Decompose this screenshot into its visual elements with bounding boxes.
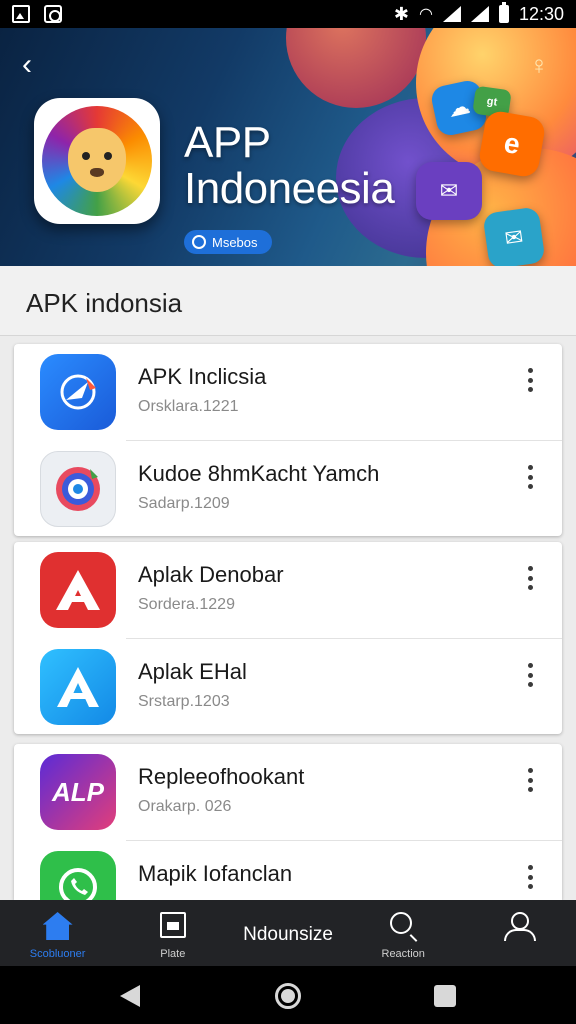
app-title: APK Inclicsia: [138, 364, 267, 389]
nav-label: Ndounsize: [243, 924, 333, 945]
image-notification-icon: [12, 5, 30, 23]
arrow-app-icon: [40, 354, 116, 430]
nav-item-search[interactable]: Reaction: [346, 900, 461, 966]
app-title: Aplak Denobar: [138, 562, 284, 587]
headphones-icon: [192, 235, 206, 249]
app-title: Aplak EHal: [138, 659, 247, 684]
system-home-icon[interactable]: [275, 983, 301, 1009]
back-arrow-icon[interactable]: ‹: [22, 50, 54, 82]
search-icon: [390, 912, 413, 934]
profile-icon: [503, 912, 537, 941]
app-title: Kudoe 8hmKacht Yamch: [138, 461, 380, 486]
list-item[interactable]: ALP Repleeofhookant Orakarp. 026: [14, 744, 562, 840]
nav-label: Reaction: [381, 948, 425, 960]
app-title: Mapik Iofanclan: [138, 861, 293, 886]
more-options-icon[interactable]: [520, 366, 540, 394]
app-card: ALP Repleeofhookant Orakarp. 026 Mapik I…: [14, 744, 562, 900]
battery-icon: [498, 2, 509, 23]
nfc-notification-icon: [44, 5, 62, 23]
red-a-app-icon: [40, 552, 116, 628]
floating-mail-icon: ✉: [416, 162, 482, 220]
category-pill[interactable]: Msebos: [184, 230, 272, 254]
system-navigation-bar: [0, 966, 576, 1024]
list-item[interactable]: APK Inclicsia Orsklara.1221: [14, 344, 562, 440]
whatsapp-app-icon: [40, 851, 116, 900]
bottom-navigation: Scobluoner Plate Ndounsize Reaction: [0, 900, 576, 966]
nav-item-center[interactable]: Ndounsize: [230, 900, 345, 966]
award-icon[interactable]: ♀: [526, 50, 552, 84]
floating-envelope-icon: ✉: [482, 206, 546, 266]
decor-blob: [286, 28, 426, 108]
floating-e-icon: e: [477, 109, 547, 179]
app-title: APP Indoneesia: [184, 118, 395, 213]
more-options-icon[interactable]: [520, 564, 540, 592]
bluetooth-icon: ✱: [393, 3, 409, 24]
more-options-icon[interactable]: [520, 766, 540, 794]
category-pill-label: Msebos: [212, 234, 258, 250]
app-card: Aplak Denobar Sordera.1229 Aplak EHal Sr…: [14, 542, 562, 734]
nav-item-home[interactable]: Scobluoner: [0, 900, 115, 966]
app-subtitle: Srstarp.1203: [138, 693, 230, 710]
section-title: APK indonsia: [26, 288, 183, 318]
alp-app-icon: ALP: [40, 754, 116, 830]
signal-icon-2: [470, 6, 489, 22]
status-time: 12:30: [518, 3, 564, 24]
section-header: APK indonsia: [0, 266, 576, 336]
app-subtitle: Orsklara.1221: [138, 398, 239, 415]
more-options-icon[interactable]: [520, 661, 540, 689]
home-icon: [42, 912, 73, 940]
list-item[interactable]: Mapik Iofanclan: [40, 840, 562, 900]
nav-item-profile[interactable]: [461, 900, 576, 966]
app-subtitle: Orakarp. 026: [138, 798, 232, 815]
app-subtitle: Sadarp.1209: [138, 495, 230, 512]
status-bar: ✱ ◠ 12:30: [0, 0, 576, 28]
more-options-icon[interactable]: [520, 463, 540, 491]
system-back-icon[interactable]: [120, 985, 140, 1007]
app-logo-lion-icon: [34, 98, 160, 224]
nav-label: Scobluoner: [29, 948, 86, 960]
app-subtitle: Sordera.1229: [138, 596, 235, 613]
system-recents-icon[interactable]: [434, 985, 456, 1007]
app-card: APK Inclicsia Orsklara.1221 Kudoe 8hmKac…: [14, 344, 562, 536]
list-item[interactable]: Aplak EHal Srstarp.1203: [40, 638, 562, 734]
nav-label: Plate: [160, 948, 186, 960]
blue-a-app-icon: [40, 649, 116, 725]
signal-icon: [442, 6, 461, 22]
app-title: Repleeofhookant: [138, 764, 305, 789]
page-icon: [159, 912, 186, 938]
target-app-icon: [40, 451, 116, 527]
app-header-banner: ☁ gt e ✉ ✉ ‹ ♀ APP Indoneesia Msebos: [0, 28, 576, 266]
more-options-icon[interactable]: [520, 863, 540, 891]
list-item[interactable]: Aplak Denobar Sordera.1229: [14, 542, 562, 638]
wifi-icon: ◠: [418, 6, 433, 23]
nav-item-plate[interactable]: Plate: [115, 900, 230, 966]
list-item[interactable]: Kudoe 8hmKacht Yamch Sadarp.1209: [40, 440, 562, 536]
